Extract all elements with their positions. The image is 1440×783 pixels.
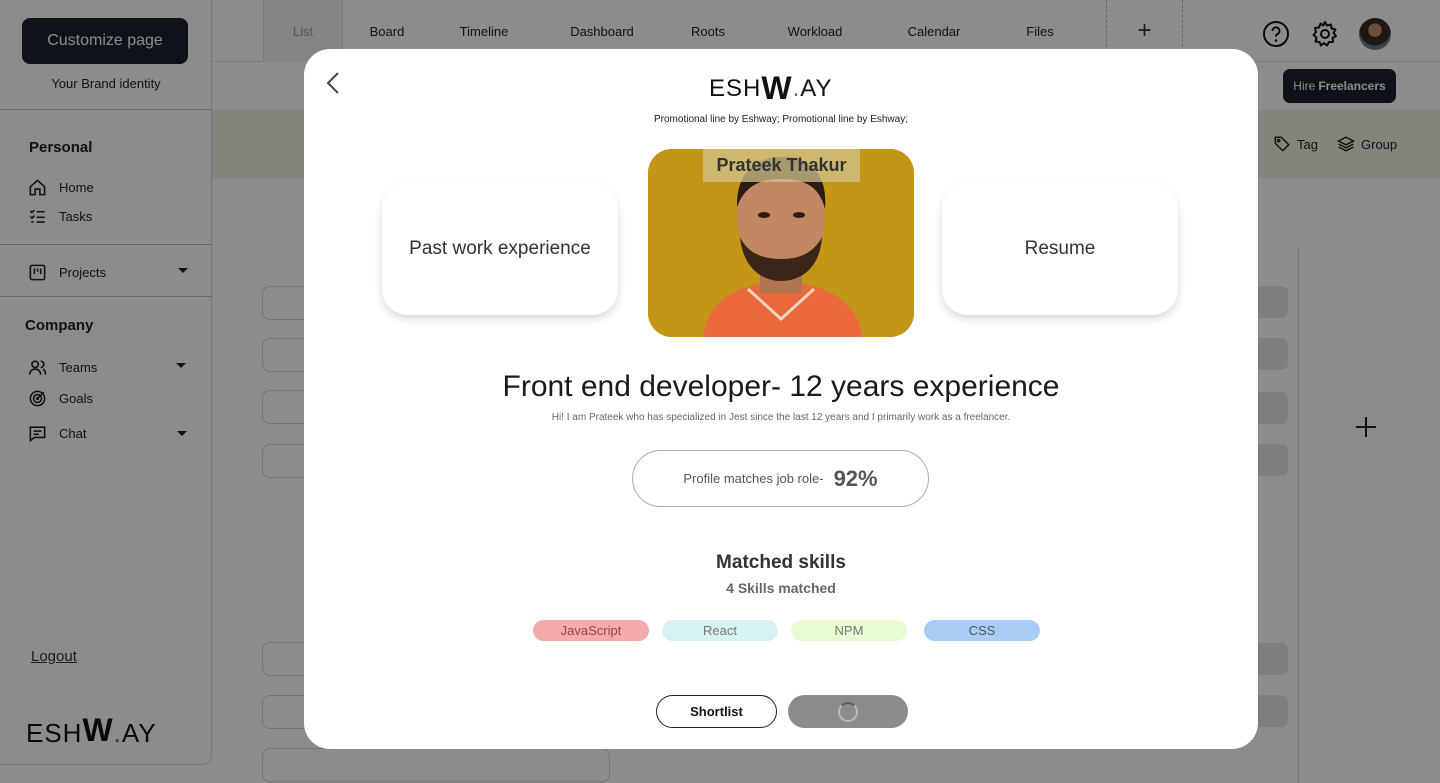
shortlist-button[interactable]: Shortlist: [656, 695, 777, 728]
back-arrow-icon[interactable]: [322, 69, 344, 97]
loading-spinner-icon: [838, 701, 858, 722]
logo-text: ESH: [709, 75, 762, 102]
skill-chip-react: React: [662, 620, 778, 641]
eshway-logo: ESH W . AY: [709, 70, 833, 106]
role-title: Front end developer- 12 years experience: [502, 370, 1060, 403]
profile-match-box: Profile matches job role- 92%: [632, 450, 929, 507]
candidate-photo: Prateek Thakur: [648, 149, 914, 337]
logo-dot: .: [792, 75, 801, 102]
candidate-profile-modal: ESH W . AY Promotional line by Eshway; P…: [304, 49, 1258, 749]
skills-matched-count: 4 Skills matched: [726, 580, 836, 596]
skill-chip-css: CSS: [924, 620, 1040, 641]
profile-match-value: 92%: [833, 465, 878, 491]
skill-chip-npm: NPM: [791, 620, 907, 641]
profile-match-label: Profile matches job role-: [683, 471, 824, 486]
candidate-name: Prateek Thakur: [703, 149, 860, 182]
logo-text: AY: [800, 75, 833, 102]
resume-card[interactable]: Resume: [942, 183, 1178, 315]
loading-button[interactable]: [788, 695, 908, 728]
promotional-line: Promotional line by Eshway; Promotional …: [653, 114, 908, 125]
candidate-bio: Hi! I am Prateek who has specialized in …: [551, 412, 1011, 423]
logo-w: W: [761, 70, 793, 106]
matched-skills-heading: Matched skills: [716, 552, 846, 573]
past-work-experience-card[interactable]: Past work experience: [382, 183, 618, 315]
skill-chip-javascript: JavaScript: [533, 620, 649, 641]
